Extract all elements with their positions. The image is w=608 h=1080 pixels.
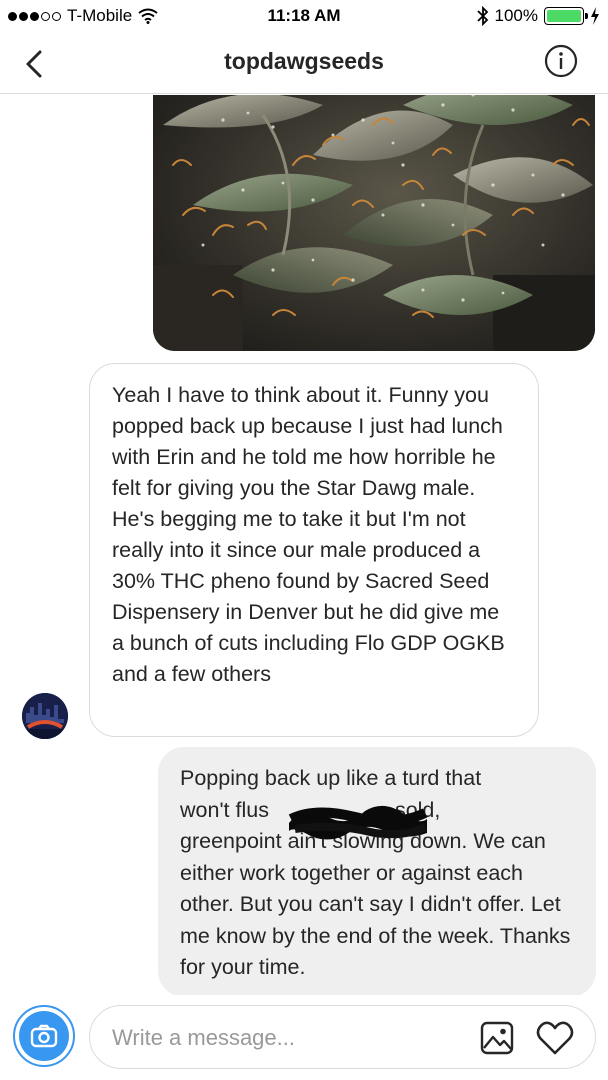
outgoing-line-2-start: won't flus <box>180 797 269 822</box>
info-icon[interactable] <box>544 44 578 78</box>
battery-percent: 100% <box>494 6 538 25</box>
battery-icon <box>544 7 588 25</box>
plant-photo-image <box>153 95 595 351</box>
battery-fill <box>547 10 581 22</box>
camera-icon-bg <box>19 1011 69 1061</box>
camera-button[interactable] <box>13 1005 75 1067</box>
message-input[interactable] <box>112 1024 462 1052</box>
sender-avatar[interactable] <box>22 693 68 739</box>
outgoing-line-1: Popping back up like a turd that <box>180 766 482 790</box>
redaction-scribble <box>288 805 428 840</box>
outgoing-message-bubble[interactable]: Popping back up like a turd that won't f… <box>158 747 596 995</box>
charging-icon <box>591 7 599 25</box>
status-bar: T-Mobile 11:18 AM 100% <box>0 0 608 34</box>
incoming-message-text: Yeah I have to think about it. Funny you… <box>112 383 505 686</box>
outgoing-rest: greenpoint ain't slowing down. We can ei… <box>180 829 571 979</box>
conversation-title[interactable]: topdawgseeds <box>0 48 608 75</box>
conversation-header: topdawgseeds <box>0 34 608 94</box>
camera-icon <box>30 1024 58 1048</box>
message-composer <box>0 995 608 1080</box>
message-thread[interactable]: Yeah I have to think about it. Funny you… <box>0 95 608 995</box>
heart-icon[interactable] <box>536 1020 574 1056</box>
shared-photo[interactable] <box>153 95 595 351</box>
status-right: 100% <box>476 6 600 26</box>
avatar-image <box>22 693 68 739</box>
bluetooth-icon <box>476 6 488 26</box>
message-input-container[interactable] <box>89 1005 596 1069</box>
incoming-message-bubble[interactable]: Yeah I have to think about it. Funny you… <box>89 363 539 737</box>
gallery-icon[interactable] <box>480 1021 514 1055</box>
